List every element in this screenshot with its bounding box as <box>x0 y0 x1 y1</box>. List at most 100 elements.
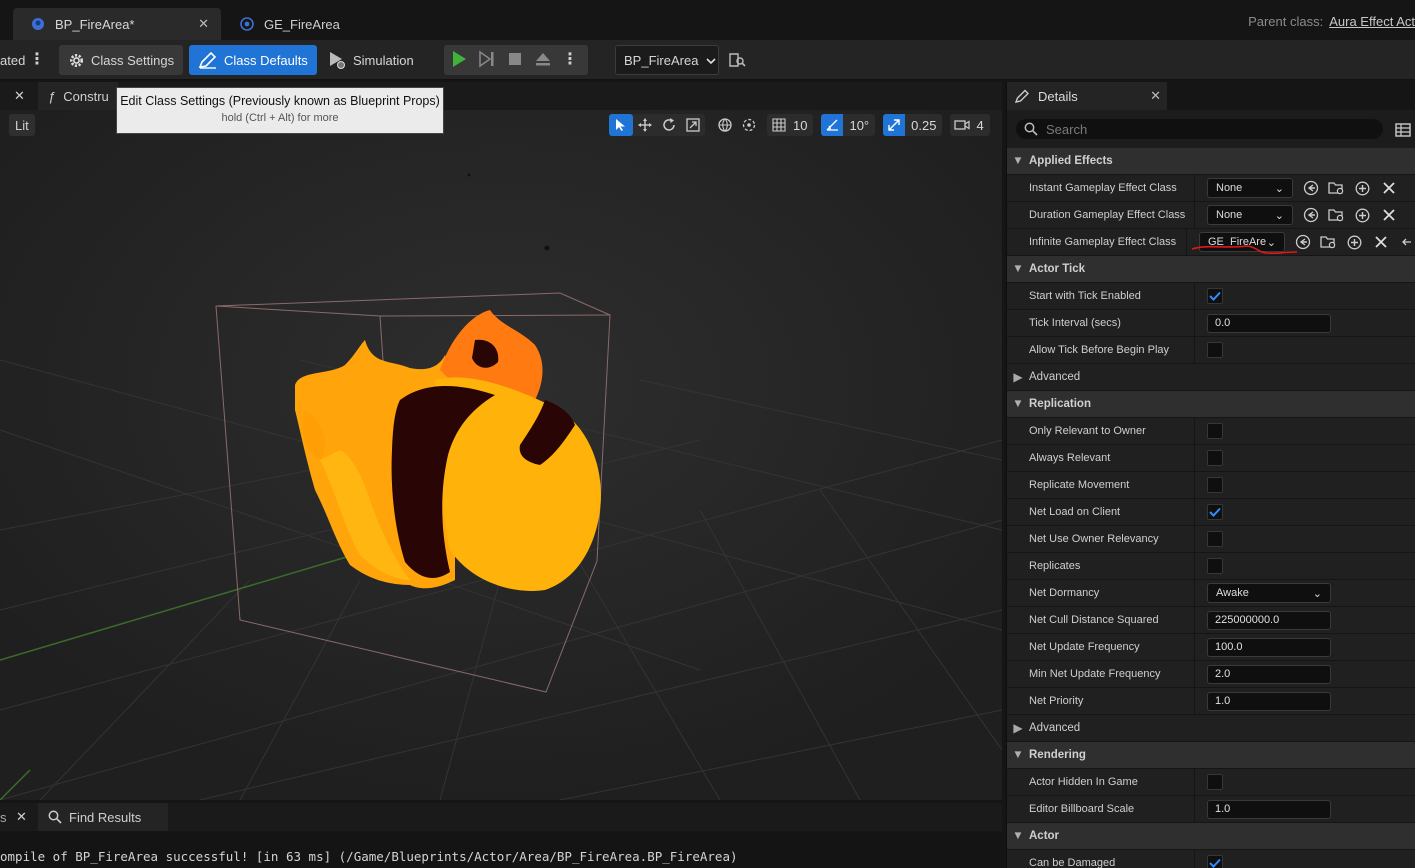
prop-name: Net Use Owner Relevancy <box>1007 525 1195 553</box>
tab-bp-firearea[interactable]: BP_FireArea* ✕ <box>13 8 221 40</box>
camera-speed-group[interactable]: 4 <box>950 114 990 136</box>
rotation-snap-group[interactable]: 10° <box>821 114 876 136</box>
checkbox-checked[interactable] <box>1207 288 1223 304</box>
close-icon[interactable]: ✕ <box>1150 88 1161 104</box>
use-selected-icon[interactable] <box>1301 180 1320 196</box>
add-icon[interactable] <box>1353 181 1372 196</box>
chevron-down-icon: ▼ <box>1012 155 1024 167</box>
prop-net-priority: Net Priority 1.0 <box>1007 687 1415 715</box>
scale-snap-group[interactable]: 0.25 <box>883 114 943 136</box>
subcategory-tick-advanced[interactable]: ▶ Advanced <box>1007 364 1415 391</box>
number-field[interactable]: 2.0 <box>1207 664 1331 684</box>
add-icon[interactable] <box>1345 235 1364 250</box>
surface-snap-icon[interactable] <box>737 114 761 136</box>
number-field[interactable]: 0.0 <box>1207 313 1331 333</box>
checkbox-unchecked[interactable] <box>1207 423 1223 439</box>
eject-icon[interactable] <box>534 50 552 71</box>
prop-can-be-damaged: Can be Damaged <box>1007 849 1415 868</box>
translate-mode-icon[interactable] <box>633 114 657 136</box>
browse-folder-icon[interactable] <box>1319 235 1338 250</box>
parent-class-link[interactable]: Aura Effect Act <box>1329 14 1415 29</box>
property-matrix-icon[interactable] <box>1395 123 1411 140</box>
tab-details[interactable]: Details ✕ <box>1007 82 1167 110</box>
checkbox-unchecked[interactable] <box>1207 774 1223 790</box>
close-icon[interactable]: ✕ <box>198 16 209 32</box>
step-icon[interactable] <box>478 50 496 71</box>
camera-icon <box>950 114 974 136</box>
debug-object-dropdown[interactable]: BP_FireArea <box>615 45 719 75</box>
search-icon <box>1024 122 1038 136</box>
add-icon[interactable] <box>1353 208 1372 223</box>
number-field[interactable]: 1.0 <box>1207 691 1331 711</box>
category-rendering[interactable]: ▼ Rendering <box>1007 742 1415 769</box>
chevron-down-icon: ⌄ <box>1274 182 1284 195</box>
close-icon[interactable]: ✕ <box>16 803 27 831</box>
prop-net-cull-distance: Net Cull Distance Squared 225000000.0 <box>1007 606 1415 634</box>
view-mode-button[interactable]: Lit <box>9 114 35 136</box>
rotate-mode-icon[interactable] <box>657 114 681 136</box>
compile-status-label[interactable]: ated <box>0 45 25 75</box>
number-field[interactable]: 225000000.0 <box>1207 610 1331 630</box>
tab-find-results[interactable]: Find Results <box>38 803 168 831</box>
simulation-button[interactable]: Simulation <box>327 45 414 75</box>
checkbox-unchecked[interactable] <box>1207 558 1223 574</box>
category-label: Actor Tick <box>1029 263 1086 275</box>
prop-name: Net Cull Distance Squared <box>1007 606 1195 634</box>
play-icon[interactable] <box>450 50 468 71</box>
more-options-icon[interactable]: ⋮ <box>29 45 45 75</box>
class-defaults-button[interactable]: Class Defaults <box>189 45 317 75</box>
checkbox-unchecked[interactable] <box>1207 477 1223 493</box>
scale-snap-value: 0.25 <box>911 117 937 133</box>
checkbox-unchecked[interactable] <box>1207 450 1223 466</box>
dormancy-dropdown[interactable]: Awake ⌄ <box>1207 583 1331 603</box>
use-selected-icon[interactable] <box>1301 207 1320 223</box>
stop-icon[interactable] <box>506 50 524 71</box>
viewport[interactable]: Lit 10 10° 0.25 4 <box>0 110 1002 800</box>
browse-folder-icon[interactable] <box>1327 208 1346 223</box>
close-icon[interactable]: ✕ <box>14 82 25 110</box>
class-picker-dropdown[interactable]: None ⌄ <box>1207 178 1293 198</box>
document-tab-bar: BP_FireArea* ✕ GE_FireArea Parent class:… <box>0 0 1415 40</box>
number-field[interactable]: 100.0 <box>1207 637 1331 657</box>
class-settings-button[interactable]: Class Settings <box>59 45 184 75</box>
clear-icon[interactable] <box>1379 182 1398 194</box>
browse-folder-icon[interactable] <box>1327 181 1346 196</box>
chevron-down-icon: ⌄ <box>1312 587 1322 600</box>
scale-snap-icon <box>883 114 906 136</box>
class-picker-dropdown[interactable]: GE_FireAre ⌄ <box>1199 232 1285 252</box>
grid-snap-group[interactable]: 10 <box>767 114 814 136</box>
grid-snap-icon <box>767 114 791 136</box>
checkbox-unchecked[interactable] <box>1207 342 1223 358</box>
select-mode-icon[interactable] <box>609 114 633 136</box>
reset-arrow-icon[interactable] <box>1397 237 1415 247</box>
tab-ge-firearea[interactable]: GE_FireArea <box>222 8 362 40</box>
category-actor[interactable]: ▼ Actor <box>1007 823 1415 850</box>
prop-min-net-update-frequency: Min Net Update Frequency 2.0 <box>1007 660 1415 688</box>
tab-construction-script[interactable]: ƒ Constru <box>38 82 118 110</box>
subcategory-replication-advanced[interactable]: ▶ Advanced <box>1007 715 1415 742</box>
edit-pencil-icon <box>1015 89 1031 103</box>
prop-replicates: Replicates <box>1007 552 1415 580</box>
category-replication[interactable]: ▼ Replication <box>1007 391 1415 418</box>
class-picker-dropdown[interactable]: None ⌄ <box>1207 205 1293 225</box>
browse-debug-icon[interactable] <box>728 45 746 75</box>
rotation-snap-value: 10° <box>849 117 870 133</box>
use-selected-icon[interactable] <box>1293 234 1312 250</box>
category-label: Rendering <box>1029 749 1086 761</box>
checkbox-checked[interactable] <box>1207 855 1223 868</box>
category-applied-effects[interactable]: ▼ Applied Effects <box>1007 148 1415 175</box>
number-field[interactable]: 1.0 <box>1207 799 1331 819</box>
clear-icon[interactable] <box>1371 236 1390 248</box>
clear-icon[interactable] <box>1379 209 1398 221</box>
compiler-results-tab-fragment[interactable]: s <box>0 803 7 831</box>
scale-mode-icon[interactable] <box>681 114 705 136</box>
checkbox-unchecked[interactable] <box>1207 531 1223 547</box>
prop-name: Replicates <box>1007 552 1195 580</box>
category-actor-tick[interactable]: ▼ Actor Tick <box>1007 256 1415 283</box>
prop-allow-tick-before-begin-play: Allow Tick Before Begin Play <box>1007 336 1415 364</box>
prop-net-use-owner-relevancy: Net Use Owner Relevancy <box>1007 525 1415 553</box>
play-options-icon[interactable]: ⋮ <box>562 45 578 75</box>
world-space-icon[interactable] <box>713 114 737 136</box>
checkbox-checked[interactable] <box>1207 504 1223 520</box>
details-search-input[interactable]: Search <box>1016 119 1383 139</box>
